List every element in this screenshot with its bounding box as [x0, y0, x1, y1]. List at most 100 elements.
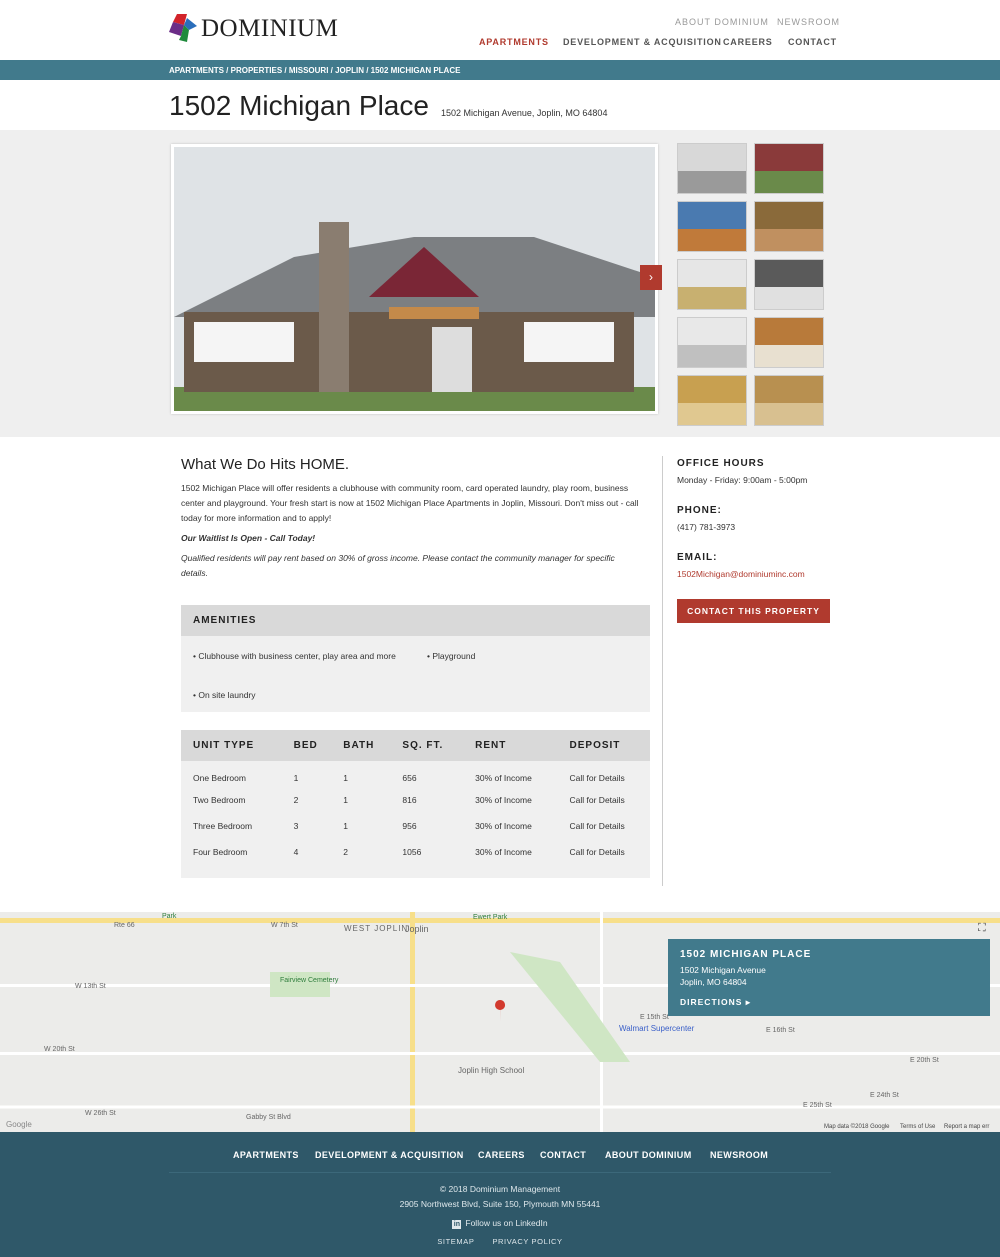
phone-value[interactable]: (417) 781-3973	[677, 522, 832, 532]
nav-about[interactable]: ABOUT DOMINIUM	[675, 17, 769, 27]
logo-mark-icon	[169, 14, 197, 42]
gallery-thumbnail[interactable]	[754, 143, 824, 194]
table-cell: 30% of Income	[475, 821, 532, 831]
hours-value: Monday - Friday: 9:00am - 5:00pm	[677, 475, 808, 485]
map-label: E 16th St	[766, 1027, 795, 1034]
unit-table: UNIT TYPE BED BATH SQ. FT. RENT DEPOSIT One B…	[181, 730, 650, 865]
amenity-item: • Clubhouse with business center, play a…	[193, 651, 396, 661]
gallery-thumbnail[interactable]	[677, 201, 747, 252]
fullscreen-icon[interactable]: ⛶	[978, 922, 986, 935]
map-terms-link[interactable]: Terms of Use	[900, 1124, 935, 1130]
amenity-item: • On site laundry	[193, 690, 256, 700]
phone-label: PHONE:	[677, 505, 722, 516]
property-address: 1502 Michigan Avenue, Joplin, MO 64804	[441, 108, 608, 118]
logo[interactable]: DOMINIUM	[169, 14, 338, 44]
gallery-thumbnail[interactable]	[754, 375, 824, 426]
map-label: Gabby St Blvd	[246, 1114, 291, 1121]
map-card-line1: 1502 Michigan Avenue	[680, 965, 766, 975]
footer-nav-apartments[interactable]: APARTMENTS	[233, 1150, 299, 1160]
footer-nav-newsroom[interactable]: NEWSROOM	[710, 1150, 768, 1160]
map-attribution: Map data ©2018 Google	[824, 1124, 890, 1130]
nav-careers[interactable]: CAREERS	[723, 37, 773, 47]
nav-contact[interactable]: CONTACT	[788, 37, 837, 47]
map-report-link[interactable]: Report a map err	[944, 1124, 989, 1130]
table-cell: 956	[402, 821, 417, 831]
footer-nav-about[interactable]: ABOUT DOMINIUM	[605, 1150, 692, 1160]
map-info-card: 1502 MICHIGAN PLACE 1502 Michigan Avenue…	[668, 939, 990, 1016]
unit-table-panel: UNIT TYPE BED BATH SQ. FT. RENT DEPOSIT One B…	[181, 730, 650, 878]
column-header: SQ. FT.	[390, 730, 464, 761]
map-label: Joplin	[405, 924, 429, 934]
column-header: RENT	[463, 730, 558, 761]
map-label: E 15th St	[640, 1014, 669, 1021]
column-header: UNIT TYPE	[181, 730, 282, 761]
sitemap-link[interactable]: SITEMAP	[437, 1237, 474, 1246]
footer-nav-careers[interactable]: CAREERS	[478, 1150, 525, 1160]
gallery-thumbnail[interactable]	[677, 143, 747, 194]
map-label: W 13th St	[75, 983, 106, 990]
gallery-thumbnail[interactable]	[754, 317, 824, 368]
column-header: DEPOSIT	[557, 730, 650, 761]
nav-apartments[interactable]: APARTMENTS	[479, 37, 549, 47]
table-cell: Two Bedroom	[193, 795, 246, 805]
amenity-item: • Playground	[427, 651, 476, 661]
map-card-line2: Joplin, MO 64804	[680, 977, 747, 987]
hours-label: OFFICE HOURS	[677, 458, 765, 469]
map-label: W 26th St	[85, 1110, 116, 1117]
table-cell: Call for Details	[569, 795, 625, 805]
waitlist-text: Our Waitlist Is Open - Call Today!	[181, 533, 316, 543]
gallery-thumbnail[interactable]	[677, 259, 747, 310]
table-row: One Bedroom 1 1 656 30% of Income Call for De…	[181, 761, 650, 787]
table-cell: 816	[402, 795, 417, 805]
main-photo[interactable]	[171, 144, 658, 414]
table-cell: 656	[402, 773, 417, 783]
footer-nav-development[interactable]: DEVELOPMENT & ACQUISITION	[315, 1150, 464, 1160]
table-cell: Call for Details	[569, 847, 625, 857]
table-cell: 2	[343, 847, 349, 857]
contact-sidebar: OFFICE HOURS Monday - Friday: 9:00am - 5…	[677, 458, 832, 623]
table-cell: 30% of Income	[475, 773, 532, 783]
table-cell: 4	[293, 847, 299, 857]
column-header: BED	[281, 730, 332, 761]
map-label: WEST JOPLIN	[344, 924, 409, 933]
map-label: Joplin High School	[458, 1066, 525, 1075]
table-row: Four Bedroom 4 2 1056 30% of Income Call for …	[181, 839, 650, 865]
table-cell: 2	[293, 795, 299, 805]
about-text: 1502 Michigan Place will offer residents…	[181, 483, 639, 523]
map-label: E 24th St	[870, 1092, 899, 1099]
footer-nav-contact[interactable]: CONTACT	[540, 1150, 586, 1160]
table-cell: Call for Details	[569, 773, 625, 783]
company-address: 2905 Northwest Blvd, Suite 150, Plymouth…	[399, 1199, 601, 1209]
map-card-title: 1502 MICHIGAN PLACE	[680, 949, 812, 960]
map-label: Park	[162, 913, 177, 920]
table-cell: 1	[293, 773, 299, 783]
nav-development[interactable]: DEVELOPMENT & ACQUISITION	[563, 37, 722, 47]
table-row: Three Bedroom 3 1 956 30% of Income Call for …	[181, 813, 650, 839]
table-row: Two Bedroom 2 1 816 30% of Income Call for De…	[181, 787, 650, 813]
next-photo-button[interactable]: ›	[640, 265, 662, 290]
gallery-thumbnail[interactable]	[754, 259, 824, 310]
footer: APARTMENTS DEVELOPMENT & ACQUISITION CAR…	[0, 1132, 1000, 1257]
google-logo: Google	[6, 1120, 32, 1129]
gallery-thumbnail[interactable]	[754, 201, 824, 252]
gallery-thumbnail[interactable]	[677, 375, 747, 426]
about-heading: What We Do Hits HOME.	[181, 456, 350, 473]
about-section: What We Do Hits HOME. 1502 Michigan Plac…	[181, 456, 641, 586]
contact-property-button[interactable]: CONTACT THIS PROPERTY	[677, 599, 830, 623]
table-cell: Four Bedroom	[193, 847, 248, 857]
linkedin-link[interactable]: in Follow us on LinkedIn	[0, 1218, 1000, 1229]
table-cell: 1	[343, 821, 349, 831]
amenities-panel: AMENITIES • Clubhouse with business cent…	[181, 605, 650, 712]
gallery-thumbnail[interactable]	[677, 317, 747, 368]
map-label: Fairview Cemetery	[280, 977, 339, 984]
table-cell: Three Bedroom	[193, 821, 253, 831]
income-note: Qualified residents will pay rent based …	[181, 553, 615, 578]
privacy-link[interactable]: PRIVACY POLICY	[492, 1237, 562, 1246]
map-label: W 20th St	[44, 1046, 75, 1053]
email-link[interactable]: 1502Michigan@dominiuminc.com	[677, 569, 832, 579]
directions-link[interactable]: DIRECTIONS ▸	[680, 997, 978, 1008]
map-pin-icon	[495, 1000, 506, 1022]
breadcrumb[interactable]: APARTMENTS / PROPERTIES / MISSOURI / JOP…	[0, 60, 1000, 80]
table-cell: 1056	[402, 847, 422, 857]
nav-newsroom[interactable]: NEWSROOM	[777, 17, 840, 27]
